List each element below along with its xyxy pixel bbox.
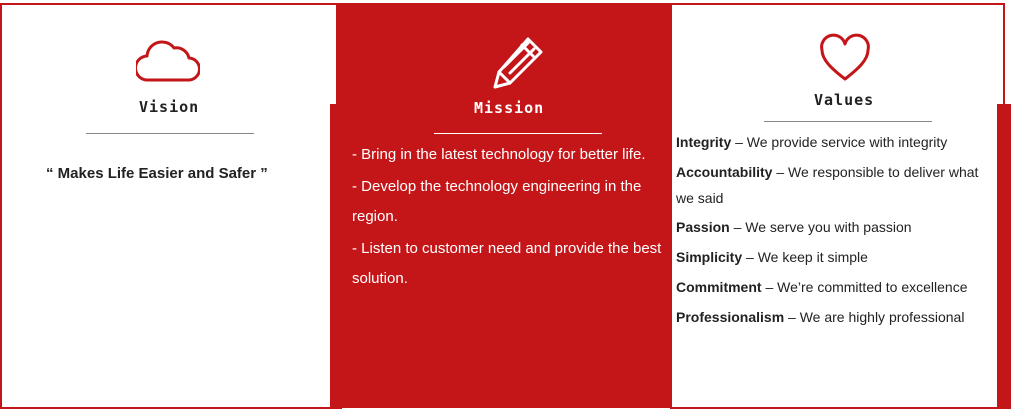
mission-divider — [434, 133, 602, 134]
values-title: Values — [814, 91, 875, 109]
value-description: – We’re committed to excellence — [761, 279, 968, 295]
value-term: Professionalism — [676, 309, 785, 325]
value-term: Simplicity — [676, 249, 743, 265]
value-term: Passion — [676, 219, 730, 235]
value-description: – We keep it simple — [742, 249, 868, 265]
value-term: Commitment — [676, 279, 762, 295]
mission-item: - Listen to customer need and provide th… — [352, 240, 662, 287]
heart-icon — [820, 33, 870, 81]
mission-item: - Bring in the latest technology for bet… — [352, 146, 646, 163]
pencil-icon — [493, 37, 543, 89]
vision-statement: “ Makes Life Easier and Safer ” — [46, 165, 268, 182]
vision-divider — [86, 133, 254, 134]
value-description: – We provide service with integrity — [731, 134, 948, 150]
value-description: – We serve you with passion — [729, 219, 912, 235]
mission-title: Mission — [474, 99, 545, 117]
value-item: Professionalism – We are highly professi… — [676, 304, 998, 331]
value-item: Accountability – We responsible to deliv… — [676, 159, 998, 211]
values-list: Integrity – We provide service with inte… — [676, 129, 998, 334]
mission-item: - Develop the technology engineering in … — [352, 178, 642, 225]
vision-title: Vision — [139, 98, 200, 116]
value-item: Passion – We serve you with passion — [676, 214, 998, 241]
value-term: Accountability — [676, 164, 773, 180]
value-description: – We are highly professional — [784, 309, 965, 325]
cloud-icon — [136, 40, 200, 82]
values-divider — [764, 121, 932, 122]
mission-list: - Bring in the latest technology for bet… — [352, 140, 670, 296]
value-item: Integrity – We provide service with inte… — [676, 129, 998, 156]
values-panel-edge — [997, 104, 1011, 409]
value-term: Integrity — [676, 134, 732, 150]
value-item: Commitment – We’re committed to excellen… — [676, 274, 998, 301]
value-item: Simplicity – We keep it simple — [676, 244, 998, 271]
